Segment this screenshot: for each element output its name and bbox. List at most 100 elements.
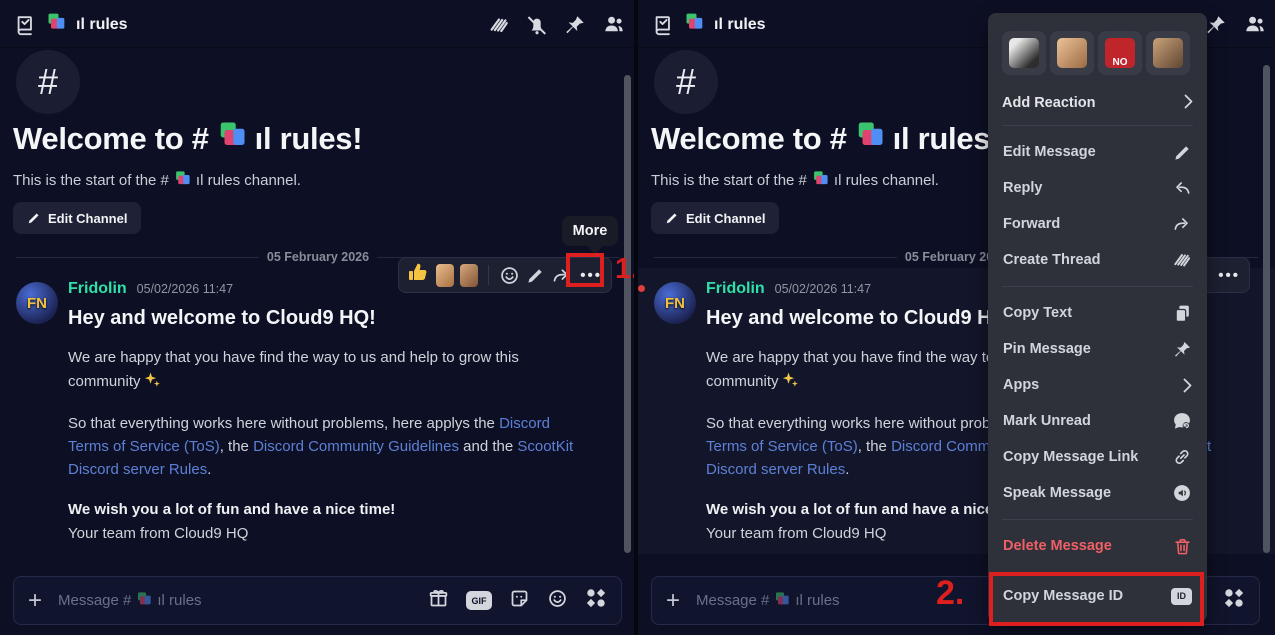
menu-item-apps[interactable]: Apps <box>1002 367 1193 403</box>
quick-reaction-panda-emoji[interactable] <box>1002 31 1046 75</box>
channel-emoji-icon <box>217 120 247 158</box>
message-input[interactable]: + Message # ıl rules GIF <box>13 576 622 625</box>
rules-book-icon <box>652 14 674 36</box>
message-heading: Hey and welcome to Cloud9 HQ! <box>68 307 376 330</box>
message-timestamp: 05/02/2026 11:47 <box>137 282 233 296</box>
avatar[interactable]: FN <box>654 282 696 324</box>
avatar[interactable]: FN <box>16 282 58 324</box>
channel-emoji-icon <box>46 12 66 37</box>
gif-picker-icon[interactable]: GIF <box>466 591 492 610</box>
channel-emoji-icon <box>136 591 152 611</box>
message-closing: Your team from Cloud9 HQ <box>706 525 886 542</box>
annotation-box-step1 <box>566 253 604 287</box>
welcome-title: Welcome to # ıl rules! <box>651 120 1000 158</box>
chevron-right-icon <box>1183 378 1192 393</box>
activities-icon[interactable] <box>1223 587 1245 614</box>
edit-channel-button[interactable]: Edit Channel <box>13 202 141 234</box>
quick-reaction-no-emoji[interactable]: NO <box>1098 31 1142 75</box>
channel-emoji-icon <box>774 591 790 611</box>
gift-icon[interactable] <box>428 588 449 614</box>
panda-emoji <box>1009 38 1039 68</box>
menu-item-copy-message-link[interactable]: Copy Message Link <box>1002 439 1193 475</box>
attach-plus-icon[interactable]: + <box>666 587 696 615</box>
channel-header: ıl rules <box>0 0 634 48</box>
more-tooltip: More <box>562 216 618 246</box>
threads-icon <box>1172 250 1192 270</box>
threads-icon[interactable] <box>488 14 510 36</box>
menu-item-copy-text[interactable]: Copy Text <box>1002 295 1193 331</box>
members-icon[interactable] <box>1243 13 1266 36</box>
quick-reaction-woman-emoji[interactable] <box>1146 31 1190 75</box>
pencil-icon <box>1173 143 1192 162</box>
menu-item-create-thread[interactable]: Create Thread <box>1002 242 1193 278</box>
face-emoji-reaction[interactable] <box>460 264 478 287</box>
pin-icon[interactable] <box>564 14 586 36</box>
input-placeholder: Message # ıl rules <box>58 591 202 611</box>
sparkles-emoji <box>781 371 799 397</box>
edit-channel-button[interactable]: Edit Channel <box>651 202 779 234</box>
pin-icon[interactable] <box>1205 14 1227 36</box>
annotation-step1: 1. <box>615 253 634 286</box>
message-context-menu: NO Add Reaction Edit Message Reply Forwa… <box>988 13 1207 622</box>
welcome-subtitle: This is the start of the # ıl rules chan… <box>13 170 301 191</box>
message-paragraph: We are happy that you have find the way … <box>68 346 538 397</box>
scrollbar[interactable] <box>624 75 631 553</box>
discord-window-left: ıl rules # Welcome to # ıl rules! This i… <box>0 0 634 635</box>
channel-emoji-icon <box>684 12 704 37</box>
members-icon[interactable] <box>602 13 625 36</box>
menu-item-pin-message[interactable]: Pin Message <box>1002 331 1193 367</box>
message-paragraph: So that everything works here without pr… <box>68 412 584 481</box>
menu-divider <box>1002 286 1193 287</box>
mark-unread-icon <box>1172 411 1192 431</box>
message-timestamp: 05/02/2026 11:47 <box>775 282 871 296</box>
no-sign-emoji: NO <box>1105 38 1135 68</box>
menu-item-speak-message[interactable]: Speak Message <box>1002 475 1193 511</box>
scrollbar[interactable] <box>1263 65 1270 553</box>
edit-icon[interactable] <box>526 266 545 285</box>
channel-emoji-icon <box>855 120 885 158</box>
reply-icon <box>1172 178 1192 198</box>
welcome-subtitle: This is the start of the # ıl rules chan… <box>651 170 939 191</box>
guidelines-link[interactable]: Discord Community Guidelines <box>253 438 459 455</box>
quick-reaction-harold-emoji[interactable] <box>1050 31 1094 75</box>
emoji-picker-icon[interactable] <box>547 588 568 614</box>
message-closing: Your team from Cloud9 HQ <box>68 525 248 542</box>
channel-emoji-icon <box>812 170 829 191</box>
pencil-icon <box>665 211 679 225</box>
sparkles-emoji <box>143 371 161 397</box>
activities-icon[interactable] <box>585 587 607 614</box>
menu-item-mark-unread[interactable]: Mark Unread <box>1002 403 1193 439</box>
menu-item-add-reaction[interactable]: Add Reaction <box>1002 89 1193 117</box>
rules-book-icon <box>14 14 36 36</box>
message-author[interactable]: Fridolin <box>68 280 127 298</box>
menu-item-edit-message[interactable]: Edit Message <box>1002 134 1193 170</box>
notifications-off-icon[interactable] <box>526 14 548 36</box>
forward-icon <box>1172 214 1192 234</box>
more-button[interactable]: ••• <box>1216 267 1242 284</box>
chevron-right-icon <box>1184 94 1193 113</box>
message-author[interactable]: Fridolin <box>706 280 765 298</box>
message-closing-bold: We wish you a lot of fun and have a nice… <box>706 501 1033 518</box>
attach-plus-icon[interactable]: + <box>28 587 58 615</box>
message-closing-bold: We wish you a lot of fun and have a nice… <box>68 501 395 518</box>
menu-item-reply[interactable]: Reply <box>1002 170 1193 206</box>
channel-hash-avatar: # <box>16 50 80 114</box>
sticker-icon[interactable] <box>509 588 530 614</box>
menu-divider <box>1002 125 1193 126</box>
copy-icon <box>1173 304 1192 323</box>
menu-item-delete-message[interactable]: Delete Message <box>1002 528 1193 564</box>
pin-icon <box>1173 340 1192 359</box>
annotation-box-step2 <box>989 572 1204 626</box>
harold-face-emoji <box>1057 38 1087 68</box>
annotation-step2: 2. <box>936 574 964 613</box>
add-reaction-icon[interactable] <box>499 265 520 286</box>
thumbs-up-reaction[interactable] <box>406 261 430 290</box>
menu-item-forward[interactable]: Forward <box>1002 206 1193 242</box>
message-heading: Hey and welcome to Cloud9 HQ! <box>706 307 1014 330</box>
face-emoji-reaction[interactable] <box>436 264 454 287</box>
welcome-title: Welcome to # ıl rules! <box>13 120 362 158</box>
channel-name: ıl rules <box>714 16 766 34</box>
link-icon <box>1172 447 1192 467</box>
menu-divider <box>1002 519 1193 520</box>
unread-indicator <box>638 285 645 292</box>
